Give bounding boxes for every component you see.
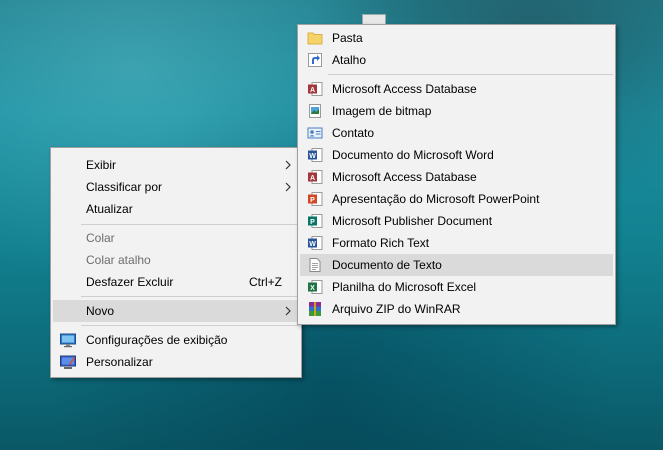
- submenu-item-atalho[interactable]: Atalho: [300, 49, 613, 71]
- excel-icon: X: [308, 280, 323, 294]
- submenu-item-label: Documento do Microsoft Word: [332, 148, 494, 162]
- submenu-item-label: Apresentação do Microsoft PowerPoint: [332, 192, 540, 206]
- menu-item-label: Novo: [86, 304, 115, 318]
- menu-item-personalizar[interactable]: Personalizar: [53, 351, 299, 373]
- bitmap-icon: [309, 104, 321, 118]
- submenu-item-bitmap[interactable]: Imagem de bitmap: [300, 100, 613, 122]
- menu-item-label: Exibir: [86, 158, 117, 172]
- powerpoint-icon: P: [308, 192, 323, 206]
- publisher-icon: P: [308, 214, 323, 228]
- menu-separator: [328, 74, 613, 75]
- submenu-item-label: Atalho: [332, 53, 367, 67]
- menu-item-label: Colar: [86, 231, 115, 245]
- text-document-icon: [309, 258, 321, 272]
- submenu-item-contato[interactable]: Contato: [300, 122, 613, 144]
- menu-item-label: Colar atalho: [86, 253, 151, 267]
- submenu-item-label: Pasta: [332, 31, 363, 45]
- menu-item-exibir[interactable]: Exibir: [53, 154, 299, 176]
- submenu-item-rich-text[interactable]: W Formato Rich Text: [300, 232, 613, 254]
- svg-text:A: A: [310, 87, 315, 94]
- menu-item-label: Classificar por: [86, 180, 163, 194]
- submenu-item-excel[interactable]: X Planilha do Microsoft Excel: [300, 276, 613, 298]
- desktop-context-menu: Exibir Classificar por Atualizar Colar C…: [50, 147, 302, 378]
- submenu-item-label: Imagem de bitmap: [332, 104, 432, 118]
- submenu-item-access-database[interactable]: A Microsoft Access Database: [300, 78, 613, 100]
- chevron-right-icon: [285, 306, 291, 316]
- menu-item-configuracoes-exibicao[interactable]: Configurações de exibição: [53, 329, 299, 351]
- submenu-item-label: Formato Rich Text: [332, 236, 430, 250]
- submenu-item-access-database-2[interactable]: A Microsoft Access Database: [300, 166, 613, 188]
- submenu-item-label: Microsoft Publisher Document: [332, 214, 493, 228]
- menu-separator: [81, 325, 299, 326]
- folder-icon: [307, 32, 323, 45]
- submenu-item-label: Contato: [332, 126, 375, 140]
- submenu-item-label: Documento de Texto: [332, 258, 442, 272]
- menu-separator: [81, 224, 299, 225]
- access-icon: A: [308, 82, 323, 96]
- keyboard-shortcut: Ctrl+Z: [249, 275, 282, 289]
- menu-item-label: Atualizar: [86, 202, 133, 216]
- word-icon: W: [308, 148, 323, 162]
- chevron-right-icon: [285, 160, 291, 170]
- submenu-item-pasta[interactable]: Pasta: [300, 27, 613, 49]
- submenu-item-word-document[interactable]: W Documento do Microsoft Word: [300, 144, 613, 166]
- submenu-item-powerpoint[interactable]: P Apresentação do Microsoft PowerPoint: [300, 188, 613, 210]
- menu-item-novo[interactable]: Novo: [53, 300, 299, 322]
- winrar-icon: [309, 302, 321, 316]
- svg-text:W: W: [309, 153, 316, 160]
- menu-item-label: Personalizar: [86, 355, 153, 369]
- svg-text:P: P: [310, 219, 315, 226]
- svg-text:X: X: [310, 285, 315, 292]
- svg-text:A: A: [310, 175, 315, 182]
- menu-separator: [81, 296, 299, 297]
- menu-item-desfazer-excluir[interactable]: Desfazer Excluir Ctrl+Z: [53, 271, 299, 293]
- menu-item-colar[interactable]: Colar: [53, 227, 299, 249]
- submenu-item-label: Arquivo ZIP do WinRAR: [332, 302, 461, 316]
- submenu-item-text-document[interactable]: Documento de Texto: [300, 254, 613, 276]
- submenu-item-label: Microsoft Access Database: [332, 170, 477, 184]
- menu-item-atualizar[interactable]: Atualizar: [53, 198, 299, 220]
- submenu-item-label: Microsoft Access Database: [332, 82, 477, 96]
- menu-item-classificar-por[interactable]: Classificar por: [53, 176, 299, 198]
- contact-icon: [307, 127, 323, 139]
- svg-text:W: W: [309, 241, 316, 248]
- submenu-item-publisher[interactable]: P Microsoft Publisher Document: [300, 210, 613, 232]
- personalize-icon: [60, 355, 76, 369]
- menu-item-label: Configurações de exibição: [86, 333, 228, 347]
- menu-item-label: Desfazer Excluir: [86, 275, 174, 289]
- menu-item-colar-atalho[interactable]: Colar atalho: [53, 249, 299, 271]
- submenu-item-label: Planilha do Microsoft Excel: [332, 280, 477, 294]
- submenu-item-winrar-zip[interactable]: Arquivo ZIP do WinRAR: [300, 298, 613, 320]
- access-icon: A: [308, 170, 323, 184]
- chevron-right-icon: [285, 182, 291, 192]
- display-settings-icon: [60, 333, 76, 348]
- shortcut-icon: [308, 53, 322, 67]
- rtf-icon: W: [308, 236, 323, 250]
- svg-text:P: P: [310, 197, 315, 204]
- new-submenu: Pasta Atalho A Microsoft Access Database…: [297, 24, 616, 325]
